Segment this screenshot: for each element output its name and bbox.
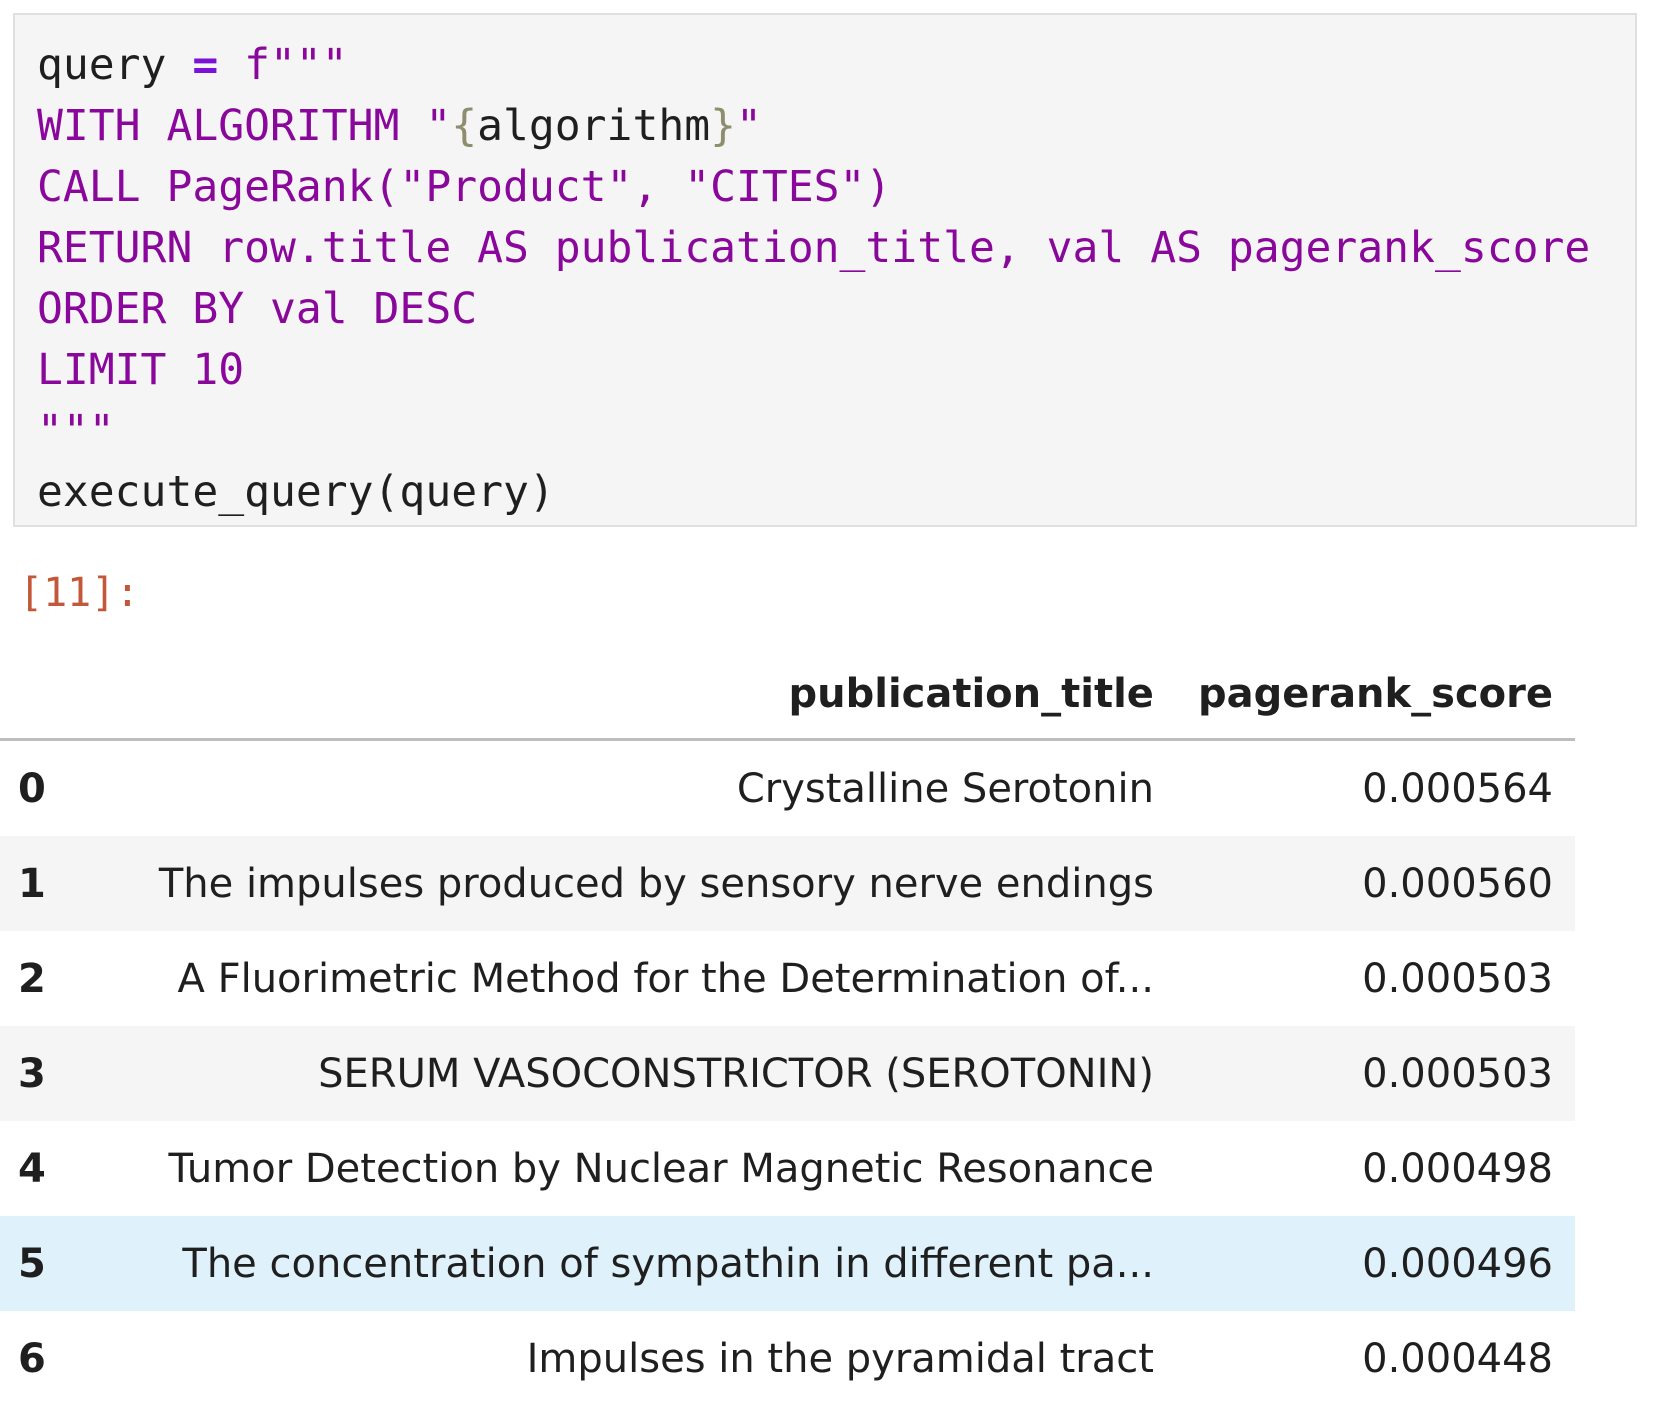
publication-title-cell: The concentration of sympathin in differ… — [182, 1240, 1154, 1287]
output-prompt: [11]: — [19, 570, 140, 616]
row-index: 4 — [18, 1145, 46, 1192]
pagerank-score-cell: 0.000496 — [1362, 1240, 1553, 1287]
row-index: 1 — [18, 860, 46, 907]
code-line: LIMIT 10 — [37, 345, 244, 395]
table-row: 0 Crystalline Serotonin 0.000564 — [0, 740, 1575, 837]
code-token: = — [192, 40, 219, 90]
code-token: " — [736, 101, 762, 151]
code-token: execute_query(query) — [37, 467, 555, 517]
publication-title-cell: The impulses produced by sensory nerve e… — [158, 860, 1154, 907]
pagerank-score-cell: 0.000498 — [1362, 1145, 1553, 1192]
results-table: publication_title pagerank_score 0 Crysta… — [0, 650, 1575, 1406]
publication-title-header: publication_title — [97, 650, 1176, 741]
code-token: """ — [37, 406, 115, 456]
pagerank-score-cell: 0.000503 — [1362, 1050, 1553, 1097]
code-line: query = f""" — [37, 40, 348, 90]
code-line: CALL PageRank("Product", "CITES") — [37, 162, 891, 212]
code-token: f""" — [218, 40, 348, 90]
code-token: query — [37, 40, 193, 90]
row-index: 2 — [18, 955, 46, 1002]
publication-title-cell: A Fluorimetric Method for the Determinat… — [177, 955, 1154, 1002]
code-line: execute_query(query) — [37, 467, 555, 517]
code-token: } — [710, 101, 736, 151]
pagerank-score-cell: 0.000564 — [1362, 765, 1553, 812]
row-index: 5 — [18, 1240, 46, 1287]
row-index: 0 — [18, 765, 46, 812]
code-token: CALL PageRank("Product", "CITES") — [37, 162, 892, 212]
table-row: 6 Impulses in the pyramidal tract 0.000448 — [0, 1311, 1575, 1406]
row-index: 3 — [18, 1050, 46, 1097]
publication-title-cell: SERUM VASOCONSTRICTOR (SEROTONIN) — [318, 1050, 1154, 1097]
index-header — [0, 650, 98, 741]
table-header-row: publication_title pagerank_score — [0, 650, 1575, 741]
pagerank-score-cell: 0.000560 — [1362, 860, 1553, 907]
code-token: WITH ALGORITHM " — [37, 101, 452, 151]
pagerank-score-cell: 0.000448 — [1362, 1335, 1553, 1382]
publication-title-cell: Crystalline Serotonin — [736, 765, 1154, 812]
code-editor[interactable]: query = f""" WITH ALGORITHM "{algorithm}… — [37, 35, 1590, 523]
publication-title-cell: Impulses in the pyramidal tract — [526, 1335, 1154, 1382]
code-cell-input[interactable]: query = f""" WITH ALGORITHM "{algorithm}… — [13, 13, 1637, 527]
code-line: WITH ALGORITHM "{algorithm}" — [37, 101, 762, 151]
table-row: 5 The concentration of sympathin in diffe… — [0, 1216, 1575, 1311]
code-line: RETURN row.title AS publication_title, v… — [37, 223, 1590, 273]
code-token: { — [451, 101, 478, 151]
code-token: LIMIT 10 — [37, 345, 245, 395]
code-token: RETURN row.title AS publication_title, v… — [37, 223, 1591, 273]
code-line: ORDER BY val DESC — [37, 284, 477, 334]
table-row: 4 Tumor Detection by Nuclear Magnetic Res… — [0, 1121, 1575, 1216]
pagerank-score-header: pagerank_score — [1175, 650, 1575, 741]
code-line: """ — [37, 406, 115, 456]
code-token: algorithm — [477, 101, 711, 151]
table-row: 2 A Fluorimetric Method for the Determina… — [0, 931, 1575, 1026]
dataframe-output: publication_title pagerank_score 0 Crysta… — [0, 650, 1575, 1406]
code-token: ORDER BY val DESC — [37, 284, 478, 334]
row-index: 6 — [18, 1335, 46, 1382]
table-row: 3 SERUM VASOCONSTRICTOR (SEROTONIN) 0.0005… — [0, 1026, 1575, 1121]
table-row: 1 The impulses produced by sensory nerve … — [0, 836, 1575, 931]
publication-title-cell: Tumor Detection by Nuclear Magnetic Reso… — [168, 1145, 1154, 1192]
pagerank-score-cell: 0.000503 — [1362, 955, 1553, 1002]
